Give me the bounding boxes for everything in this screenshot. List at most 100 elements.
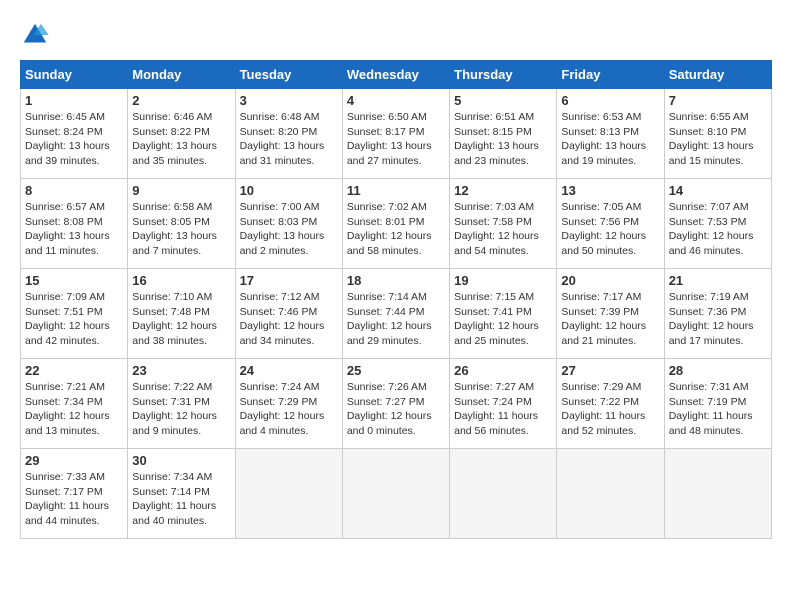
day-cell: 17 Sunrise: 7:12 AM Sunset: 7:46 PM Dayli…: [235, 269, 342, 359]
day-cell: 25 Sunrise: 7:26 AM Sunset: 7:27 PM Dayli…: [342, 359, 449, 449]
day-cell: 4 Sunrise: 6:50 AM Sunset: 8:17 PM Daylig…: [342, 89, 449, 179]
col-header-friday: Friday: [557, 61, 664, 89]
day-number: 3: [240, 93, 338, 108]
day-cell: 1 Sunrise: 6:45 AM Sunset: 8:24 PM Daylig…: [21, 89, 128, 179]
day-cell: 8 Sunrise: 6:57 AM Sunset: 8:08 PM Daylig…: [21, 179, 128, 269]
day-cell: 3 Sunrise: 6:48 AM Sunset: 8:20 PM Daylig…: [235, 89, 342, 179]
week-row-4: 22 Sunrise: 7:21 AM Sunset: 7:34 PM Dayli…: [21, 359, 772, 449]
col-header-saturday: Saturday: [664, 61, 771, 89]
day-cell: 10 Sunrise: 7:00 AM Sunset: 8:03 PM Dayli…: [235, 179, 342, 269]
week-row-3: 15 Sunrise: 7:09 AM Sunset: 7:51 PM Dayli…: [21, 269, 772, 359]
day-number: 15: [25, 273, 123, 288]
day-number: 16: [132, 273, 230, 288]
logo: [20, 20, 54, 50]
day-info: Sunrise: 6:50 AM Sunset: 8:17 PM Dayligh…: [347, 110, 445, 169]
day-info: Sunrise: 7:02 AM Sunset: 8:01 PM Dayligh…: [347, 200, 445, 259]
day-cell: 13Sunrise: 7:05 AM Sunset: 7:56 PM Dayli…: [557, 179, 664, 269]
day-cell: [664, 449, 771, 539]
day-number: 1: [25, 93, 123, 108]
day-cell: 7 Sunrise: 6:55 AM Sunset: 8:10 PM Daylig…: [664, 89, 771, 179]
day-cell: 28 Sunrise: 7:31 AM Sunset: 7:19 PM Dayli…: [664, 359, 771, 449]
day-number: 21: [669, 273, 767, 288]
calendar-table: SundayMondayTuesdayWednesdayThursdayFrid…: [20, 60, 772, 539]
day-info: Sunrise: 7:31 AM Sunset: 7:19 PM Dayligh…: [669, 380, 767, 439]
day-cell: 21Sunrise: 7:19 AM Sunset: 7:36 PM Dayli…: [664, 269, 771, 359]
day-cell: 19 Sunrise: 7:15 AM Sunset: 7:41 PM Dayli…: [450, 269, 557, 359]
day-number: 22: [25, 363, 123, 378]
logo-icon: [20, 20, 50, 50]
col-header-wednesday: Wednesday: [342, 61, 449, 89]
day-cell: [342, 449, 449, 539]
day-number: 13: [561, 183, 659, 198]
day-number: 5: [454, 93, 552, 108]
day-info: Sunrise: 7:26 AM Sunset: 7:27 PM Dayligh…: [347, 380, 445, 439]
day-cell: 22 Sunrise: 7:21 AM Sunset: 7:34 PM Dayli…: [21, 359, 128, 449]
day-info: Sunrise: 7:33 AM Sunset: 7:17 PM Dayligh…: [25, 470, 123, 529]
day-cell: 24 Sunrise: 7:24 AM Sunset: 7:29 PM Dayli…: [235, 359, 342, 449]
day-number: 7: [669, 93, 767, 108]
day-cell: 12 Sunrise: 7:03 AM Sunset: 7:58 PM Dayli…: [450, 179, 557, 269]
day-info: Sunrise: 7:07 AM Sunset: 7:53 PM Dayligh…: [669, 200, 767, 259]
day-cell: 20Sunrise: 7:17 AM Sunset: 7:39 PM Dayli…: [557, 269, 664, 359]
day-number: 18: [347, 273, 445, 288]
day-info: Sunrise: 7:24 AM Sunset: 7:29 PM Dayligh…: [240, 380, 338, 439]
day-number: 19: [454, 273, 552, 288]
day-info: Sunrise: 6:48 AM Sunset: 8:20 PM Dayligh…: [240, 110, 338, 169]
day-cell: 5Sunrise: 6:51 AM Sunset: 8:15 PM Daylig…: [450, 89, 557, 179]
day-number: 10: [240, 183, 338, 198]
day-number: 14: [669, 183, 767, 198]
day-number: 8: [25, 183, 123, 198]
day-cell: [450, 449, 557, 539]
day-cell: 18 Sunrise: 7:14 AM Sunset: 7:44 PM Dayli…: [342, 269, 449, 359]
day-info: Sunrise: 7:14 AM Sunset: 7:44 PM Dayligh…: [347, 290, 445, 349]
day-cell: 16Sunrise: 7:10 AM Sunset: 7:48 PM Dayli…: [128, 269, 235, 359]
day-info: Sunrise: 6:53 AM Sunset: 8:13 PM Dayligh…: [561, 110, 659, 169]
day-number: 28: [669, 363, 767, 378]
day-number: 23: [132, 363, 230, 378]
header-row: SundayMondayTuesdayWednesdayThursdayFrid…: [21, 61, 772, 89]
day-info: Sunrise: 7:03 AM Sunset: 7:58 PM Dayligh…: [454, 200, 552, 259]
day-number: 6: [561, 93, 659, 108]
day-number: 20: [561, 273, 659, 288]
day-info: Sunrise: 7:34 AM Sunset: 7:14 PM Dayligh…: [132, 470, 230, 529]
col-header-monday: Monday: [128, 61, 235, 89]
week-row-2: 8 Sunrise: 6:57 AM Sunset: 8:08 PM Daylig…: [21, 179, 772, 269]
col-header-sunday: Sunday: [21, 61, 128, 89]
day-info: Sunrise: 6:57 AM Sunset: 8:08 PM Dayligh…: [25, 200, 123, 259]
week-row-5: 29 Sunrise: 7:33 AM Sunset: 7:17 PM Dayli…: [21, 449, 772, 539]
day-number: 27: [561, 363, 659, 378]
day-info: Sunrise: 7:12 AM Sunset: 7:46 PM Dayligh…: [240, 290, 338, 349]
day-number: 12: [454, 183, 552, 198]
day-number: 30: [132, 453, 230, 468]
day-cell: 9Sunrise: 6:58 AM Sunset: 8:05 PM Daylig…: [128, 179, 235, 269]
day-cell: 30 Sunrise: 7:34 AM Sunset: 7:14 PM Dayli…: [128, 449, 235, 539]
day-info: Sunrise: 7:21 AM Sunset: 7:34 PM Dayligh…: [25, 380, 123, 439]
day-number: 11: [347, 183, 445, 198]
day-cell: 23 Sunrise: 7:22 AM Sunset: 7:31 PM Dayli…: [128, 359, 235, 449]
day-info: Sunrise: 7:15 AM Sunset: 7:41 PM Dayligh…: [454, 290, 552, 349]
day-number: 4: [347, 93, 445, 108]
day-cell: 2Sunrise: 6:46 AM Sunset: 8:22 PM Daylig…: [128, 89, 235, 179]
week-row-1: 1 Sunrise: 6:45 AM Sunset: 8:24 PM Daylig…: [21, 89, 772, 179]
day-number: 26: [454, 363, 552, 378]
day-info: Sunrise: 7:00 AM Sunset: 8:03 PM Dayligh…: [240, 200, 338, 259]
day-info: Sunrise: 6:55 AM Sunset: 8:10 PM Dayligh…: [669, 110, 767, 169]
day-cell: 27 Sunrise: 7:29 AM Sunset: 7:22 PM Dayli…: [557, 359, 664, 449]
day-cell: [235, 449, 342, 539]
day-info: Sunrise: 6:45 AM Sunset: 8:24 PM Dayligh…: [25, 110, 123, 169]
day-number: 17: [240, 273, 338, 288]
day-info: Sunrise: 6:58 AM Sunset: 8:05 PM Dayligh…: [132, 200, 230, 259]
day-info: Sunrise: 7:27 AM Sunset: 7:24 PM Dayligh…: [454, 380, 552, 439]
day-number: 24: [240, 363, 338, 378]
day-number: 29: [25, 453, 123, 468]
day-info: Sunrise: 7:22 AM Sunset: 7:31 PM Dayligh…: [132, 380, 230, 439]
day-info: Sunrise: 7:29 AM Sunset: 7:22 PM Dayligh…: [561, 380, 659, 439]
col-header-tuesday: Tuesday: [235, 61, 342, 89]
day-cell: 26 Sunrise: 7:27 AM Sunset: 7:24 PM Dayli…: [450, 359, 557, 449]
day-cell: 29 Sunrise: 7:33 AM Sunset: 7:17 PM Dayli…: [21, 449, 128, 539]
day-cell: 11 Sunrise: 7:02 AM Sunset: 8:01 PM Dayli…: [342, 179, 449, 269]
day-info: Sunrise: 7:09 AM Sunset: 7:51 PM Dayligh…: [25, 290, 123, 349]
page-header: [20, 20, 772, 50]
day-number: 25: [347, 363, 445, 378]
day-cell: [557, 449, 664, 539]
